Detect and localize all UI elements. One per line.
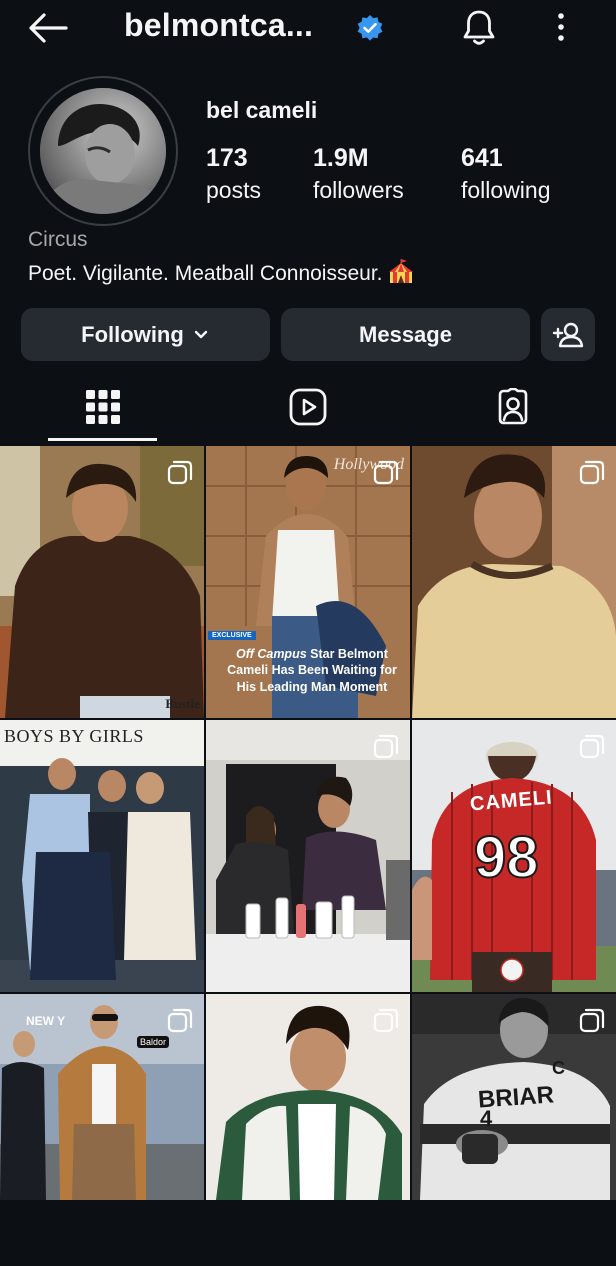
post-tile[interactable] [206, 720, 410, 992]
message-button[interactable]: Message [281, 308, 530, 361]
following-count-label: following [461, 177, 551, 203]
followers-count-value: 1.9M [313, 144, 369, 172]
avatar[interactable] [40, 88, 166, 214]
carousel-icon [373, 1008, 399, 1033]
followers-count[interactable]: 1.9M followers [313, 144, 404, 204]
posts-count-value: 173 [206, 144, 248, 172]
add-user-button[interactable] [541, 308, 595, 361]
tab-reels[interactable] [205, 372, 410, 442]
circus-tent-icon [388, 259, 413, 283]
bell-icon[interactable] [460, 8, 498, 48]
post-overlay-text: NEW Y [26, 1014, 66, 1028]
following-button[interactable]: Following [21, 308, 270, 361]
post-tile[interactable]: NEW Y Baldor [0, 994, 204, 1266]
posts-grid: Bustle Hollywood EXCLUSIVE Off Campus St… [0, 446, 616, 1200]
carousel-icon [373, 734, 399, 759]
post-overlay-text: Bustle [165, 696, 200, 711]
carousel-icon [373, 460, 399, 485]
jersey-number-text: 4 [480, 1106, 493, 1131]
profile-category: Circus [28, 228, 88, 251]
tagged-icon [498, 388, 527, 425]
jersey-number-text: 98 [473, 824, 540, 891]
top-bar: belmontca... [0, 0, 616, 56]
post-tile[interactable]: BOYS BY GIRLS [0, 720, 204, 992]
message-button-label: Message [359, 321, 452, 347]
post-overlay-tag: EXCLUSIVE [208, 631, 256, 640]
post-overlay-text: BOYS BY GIRLS [4, 726, 144, 746]
reels-icon [289, 388, 326, 426]
tab-posts-grid[interactable] [0, 372, 205, 442]
carousel-icon [167, 1008, 193, 1033]
carousel-icon [579, 460, 605, 485]
more-options-icon[interactable] [550, 10, 572, 44]
post-tile[interactable] [206, 994, 410, 1266]
post-tile[interactable]: CAMELI 98 [412, 720, 616, 992]
post-tile[interactable]: Bustle [0, 446, 204, 718]
following-button-label: Following [81, 321, 184, 347]
verified-badge-icon [357, 15, 383, 41]
carousel-icon [579, 734, 605, 759]
selected-tab-indicator [48, 438, 157, 441]
following-count[interactable]: 641 following [461, 144, 551, 204]
profile-bio: Poet. Vigilante. Meatball Connoisseur. [28, 258, 415, 286]
grid-icon [85, 390, 120, 424]
profile-bio-text: Poet. Vigilante. Meatball Connoisseur. [28, 262, 383, 285]
post-photo [0, 446, 204, 718]
post-photo [412, 446, 616, 718]
post-tile[interactable] [412, 446, 616, 718]
carousel-icon [167, 460, 193, 485]
post-tile[interactable]: BRIAR C 4 [412, 994, 616, 1266]
post-tile[interactable]: Hollywood EXCLUSIVE Off Campus Star Belm… [206, 446, 410, 718]
profile-tabs [0, 372, 616, 444]
back-arrow-icon[interactable] [26, 10, 70, 46]
jersey-letter-text: C [552, 1058, 565, 1078]
post-photo [0, 720, 204, 992]
post-overlay-text-2: Baldor [137, 1036, 170, 1048]
post-photo [206, 720, 410, 992]
profile-full-name: bel cameli [206, 97, 318, 123]
posts-count-label: posts [206, 177, 261, 203]
tab-tagged[interactable] [410, 372, 615, 442]
posts-count[interactable]: 173 posts [206, 144, 261, 204]
followers-count-label: followers [313, 177, 404, 203]
chevron-down-icon [194, 330, 208, 338]
carousel-icon [579, 1008, 605, 1033]
add-user-icon [552, 322, 584, 347]
profile-username: belmontca... [124, 7, 314, 43]
post-overlay-title-italic: Off Campus [236, 647, 307, 661]
post-overlay-title: Off Campus Star Belmont Cameli Has Been … [227, 647, 397, 694]
following-count-value: 641 [461, 144, 503, 172]
